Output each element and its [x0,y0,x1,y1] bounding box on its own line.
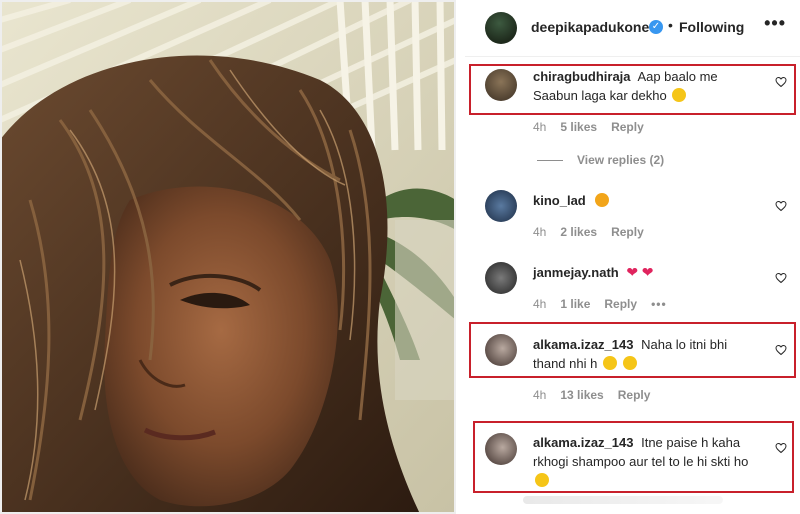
post-header: deepikapadukone ✓ • Following ••• [465,0,800,56]
comment-likes[interactable]: 5 likes [560,120,597,134]
grinning-face-icon [622,356,637,370]
commenter-username[interactable]: alkama.izaz_143 [533,337,633,352]
comment-likes[interactable]: 13 likes [560,388,603,402]
heart-outline-icon[interactable] [775,344,787,356]
star-struck-face-icon [595,193,610,207]
red-heart-icon: ❤ [641,264,654,280]
comment-text: janmejay.nath ❤ ❤ [533,263,765,282]
comment-time: 4h [533,225,547,239]
comment-text: chiragbudhiraja Aap baalo me Saabun laga… [533,67,765,105]
following-button[interactable]: Following [679,19,744,35]
red-heart-icon: ❤ [626,264,639,280]
comment-more-icon[interactable]: ••• [651,297,667,311]
photo-illustration [0,0,456,514]
commenter-avatar[interactable] [485,262,517,294]
comment-meta: 4h 5 likes Reply [533,120,644,134]
comment-time: 4h [533,297,547,311]
header-divider [465,56,800,57]
comment-time: 4h [533,120,547,134]
header-separator: • [668,17,673,33]
post-photo [0,0,456,514]
reply-button[interactable]: Reply [611,120,644,134]
heart-outline-icon[interactable] [775,442,787,454]
commenter-username[interactable]: kino_lad [533,193,586,208]
comment-text: kino_lad [533,191,765,210]
more-options-icon[interactable]: ••• [764,13,786,34]
commenter-avatar[interactable] [485,190,517,222]
comment-likes[interactable]: 1 like [560,297,590,311]
comment-text: alkama.izaz_143 Naha lo itni bhi thand n… [533,335,753,373]
heart-outline-icon[interactable] [775,200,787,212]
view-replies-line [537,159,563,161]
rolling-laughing-face-icon [602,356,617,370]
view-replies-label: View replies (2) [577,153,665,167]
comment-time: 4h [533,388,547,402]
comments-panel: deepikapadukone ✓ • Following ••• chirag… [465,0,800,514]
heart-outline-icon[interactable] [775,272,787,284]
comment-meta: 4h 1 like Reply ••• [533,297,667,311]
commenter-avatar[interactable] [485,69,517,101]
next-comment-preview [523,496,723,504]
commenter-username[interactable]: chiragbudhiraja [533,69,631,84]
author-avatar[interactable] [485,12,517,44]
reply-button[interactable]: Reply [611,225,644,239]
view-replies-button[interactable]: View replies (2) [537,153,664,167]
commenter-username[interactable]: alkama.izaz_143 [533,435,633,450]
comment-text: alkama.izaz_143 Itne paise h kaha rkhogi… [533,433,765,490]
author-username[interactable]: deepikapadukone [531,19,649,35]
panel-divider [456,0,465,514]
reply-button[interactable]: Reply [604,297,637,311]
grinning-squint-face-icon [535,473,549,487]
heart-outline-icon[interactable] [775,76,787,88]
commenter-avatar[interactable] [485,334,517,366]
comment-meta: 4h 2 likes Reply [533,225,644,239]
reply-button[interactable]: Reply [618,388,651,402]
grinning-squint-face-icon [672,88,687,102]
verified-badge-icon: ✓ [649,20,663,34]
commenter-username[interactable]: janmejay.nath [533,265,619,280]
commenter-avatar[interactable] [485,433,517,465]
comment-likes[interactable]: 2 likes [560,225,597,239]
comment-meta: 4h 13 likes Reply [533,388,650,402]
